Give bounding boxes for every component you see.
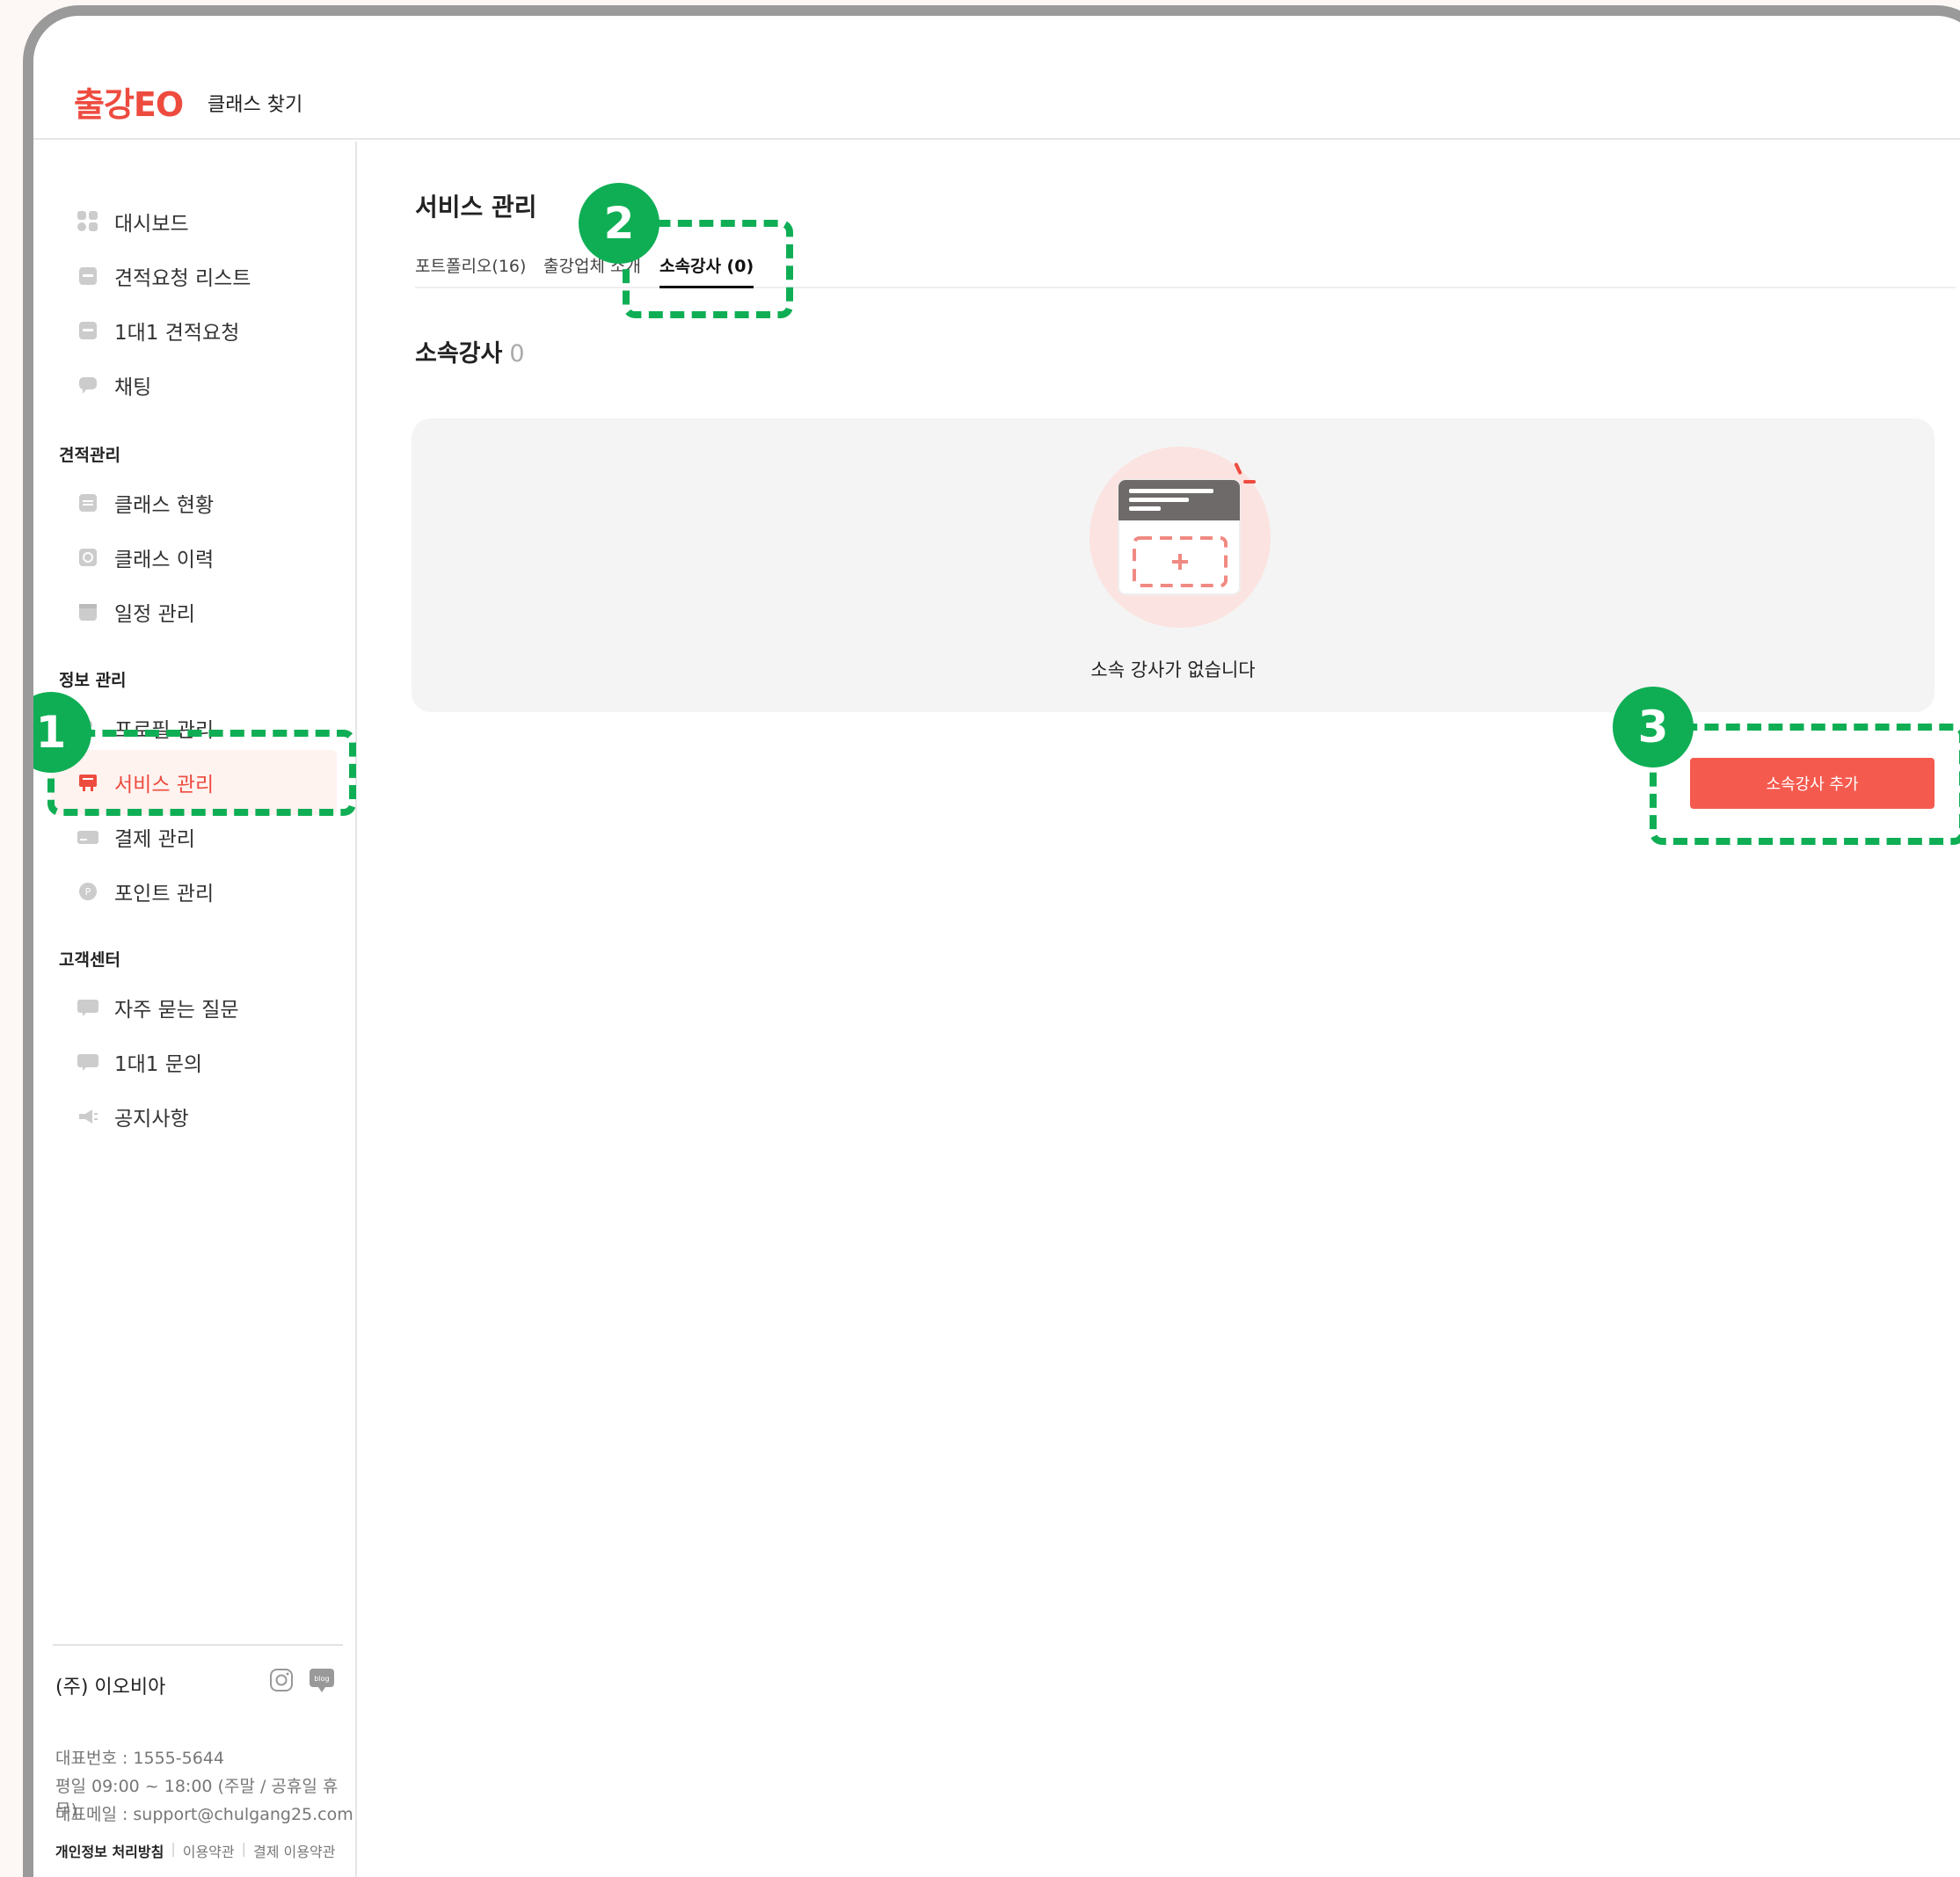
megaphone-icon: [76, 1104, 100, 1129]
sidebar-item-label: 채팅: [114, 376, 152, 399]
section-title: 소속강사: [415, 340, 503, 367]
one-to-one-icon: [76, 318, 100, 343]
sidebar-item-chat[interactable]: 채팅: [51, 353, 337, 418]
app-window: 출강EO 클래스 찾기 대시보드 견적요청 리스트 1대1 견적요청 채팅 견적…: [23, 5, 1960, 1877]
instagram-icon[interactable]: [267, 1666, 295, 1694]
point-icon: P: [76, 879, 100, 904]
sidebar-item-label: 결제 관리: [114, 828, 195, 851]
footer-links: 개인정보 처리방침 | 이용약관 | 결제 이용약관: [55, 1840, 335, 1861]
sidebar-item-label: 자주 묻는 질문: [114, 999, 239, 1022]
faq-icon: [76, 995, 100, 1020]
link-divider: |: [241, 1840, 247, 1857]
privacy-policy-link[interactable]: 개인정보 처리방침: [55, 1840, 164, 1861]
payment-terms-link[interactable]: 결제 이용약관: [253, 1840, 335, 1861]
sidebar-item-label: 클래스 현황: [114, 494, 215, 517]
list-icon: [76, 264, 100, 288]
callout-box-1: [47, 730, 356, 816]
payment-icon: [76, 825, 100, 849]
sidebar-item-label: 대시보드: [114, 213, 189, 236]
callout-badge-3: 3: [1613, 687, 1694, 768]
section-heading: 소속강사 0: [415, 334, 525, 368]
empty-message: 소속 강사가 없습니다: [1090, 659, 1256, 680]
nav-find-class[interactable]: 클래스 찾기: [208, 89, 302, 117]
sidebar-item-label: 견적요청 리스트: [114, 267, 251, 290]
empty-state: 소속 강사가 없습니다: [412, 418, 1934, 712]
blog-icon[interactable]: blog: [308, 1666, 336, 1694]
section-title-info: 정보 관리: [59, 671, 127, 690]
svg-text:P: P: [85, 886, 91, 898]
sidebar-item-notice[interactable]: 공지사항: [51, 1084, 337, 1149]
section-title-estimate: 견적관리: [59, 446, 120, 465]
callout-badge-2: 2: [579, 183, 659, 264]
history-icon: [76, 545, 100, 570]
callout-box-3: [1650, 724, 1960, 845]
link-divider: |: [171, 1840, 176, 1857]
sidebar-item-label: 공지사항: [114, 1108, 189, 1131]
sidebar-item-label: 1대1 문의: [114, 1053, 203, 1076]
section-count: 0: [509, 340, 525, 367]
sidebar-item-label: 일정 관리: [114, 603, 195, 626]
empty-illustration-icon: [1083, 445, 1277, 629]
company-name: (주) 이오비아: [55, 1677, 166, 1699]
blog-label: blog: [314, 1675, 329, 1683]
calendar-icon: [76, 600, 100, 624]
footer-divider: [53, 1644, 343, 1646]
sidebar-item-label: 포인트 관리: [114, 883, 215, 906]
status-icon: [76, 491, 100, 515]
chat-icon: [76, 373, 100, 397]
terms-link[interactable]: 이용약관: [183, 1840, 235, 1861]
footer-phone: 대표번호 : 1555-5644: [55, 1749, 224, 1768]
sidebar-item-point[interactable]: P 포인트 관리: [51, 859, 337, 924]
sidebar-item-label: 1대1 견적요청: [114, 322, 240, 345]
tab-portfolio[interactable]: 포트폴리오(16): [415, 253, 526, 288]
top-bar: 출강EO 클래스 찾기: [33, 16, 1960, 140]
section-title-support: 고객센터: [59, 950, 120, 970]
sidebar-item-label: 클래스 이력: [114, 549, 215, 571]
inquiry-icon: [76, 1050, 100, 1074]
logo[interactable]: 출강EO: [74, 77, 184, 126]
dashboard-icon: [76, 209, 100, 234]
page-title: 서비스 관리: [415, 193, 537, 222]
footer-email: 대표메일 : support@chulgang25.com: [55, 1805, 353, 1824]
sidebar: 대시보드 견적요청 리스트 1대1 견적요청 채팅 견적관리 클래스 현황 클래…: [33, 142, 357, 1877]
sidebar-item-schedule[interactable]: 일정 관리: [51, 579, 337, 644]
